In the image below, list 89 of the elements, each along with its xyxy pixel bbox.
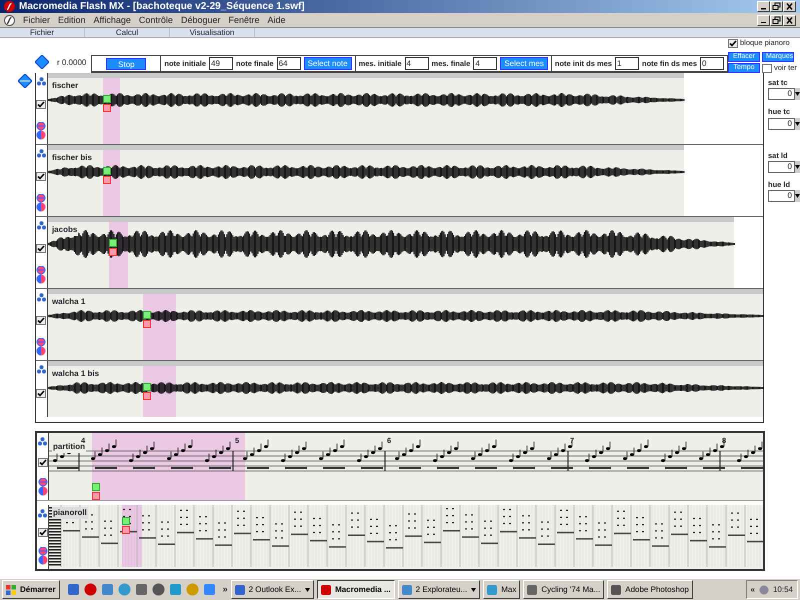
diamond-icon[interactable] (35, 55, 49, 69)
flash-icon[interactable] (4, 14, 15, 26)
diamond-icon[interactable] (18, 74, 32, 88)
group-icon[interactable] (36, 221, 46, 230)
taskbar-button[interactable]: Max (483, 580, 520, 599)
app-icon (402, 584, 412, 594)
app-icon[interactable] (66, 583, 80, 596)
menu-item[interactable]: Aide (268, 13, 286, 27)
app-icon (527, 584, 538, 594)
marker-icon[interactable] (102, 104, 111, 112)
panel-tab[interactable]: Calcul (85, 28, 170, 37)
marker-icon[interactable] (122, 517, 130, 525)
app-icon[interactable] (152, 583, 165, 596)
group-icon[interactable] (38, 509, 47, 518)
spinner-field[interactable]: 0 (768, 190, 795, 202)
app-icon (611, 584, 622, 594)
marker-icon[interactable] (92, 492, 100, 500)
menu-item[interactable]: Contrôle (138, 13, 173, 27)
caret-icon[interactable] (471, 588, 476, 592)
checkbox[interactable] (762, 64, 772, 72)
marker-icon[interactable] (122, 526, 130, 534)
checkbox[interactable] (36, 316, 46, 324)
minimize-icon (761, 22, 766, 24)
track-name: jacobs (50, 224, 78, 236)
restore-button[interactable] (770, 1, 783, 12)
tray-toggle[interactable]: « (750, 584, 755, 596)
panel-tab[interactable]: Visualisation (170, 28, 255, 37)
dropdown-arrow-icon[interactable] (795, 164, 800, 169)
group-icon[interactable] (36, 293, 46, 302)
windows-logo-icon (6, 584, 16, 594)
app-icon (234, 584, 245, 594)
menu-item[interactable]: Fenêtre (228, 13, 260, 27)
taskbar-button[interactable]: Adobe Photoshop (607, 580, 693, 599)
flash-icon (4, 1, 15, 12)
input-field[interactable]: 0 (700, 57, 724, 70)
dropdown-arrow-icon[interactable] (795, 122, 800, 126)
group-icon[interactable] (36, 365, 46, 374)
dropdown-arrow-icon[interactable] (795, 194, 800, 198)
dropdown-arrow-icon[interactable] (795, 92, 800, 96)
minimize-button[interactable] (757, 1, 770, 12)
checkbox[interactable] (38, 458, 48, 466)
minimize-icon (761, 8, 766, 10)
more-button[interactable]: » (222, 582, 228, 596)
checkbox[interactable] (36, 244, 46, 252)
close-icon (785, 2, 794, 12)
input-field[interactable]: 4 (473, 57, 498, 70)
checkbox[interactable] (38, 528, 48, 537)
checkbox[interactable] (728, 38, 738, 48)
group-icon[interactable] (36, 149, 46, 158)
spinner-field[interactable]: 0 (768, 160, 795, 173)
input-field[interactable]: 4 (404, 57, 429, 70)
start-button[interactable]: Démarrer (2, 580, 60, 599)
taskbar-button[interactable]: Macromedia ... (317, 580, 395, 599)
clock: 10:54 (772, 584, 793, 596)
input-field[interactable]: 64 (276, 57, 301, 70)
menu-item[interactable]: Edition (58, 13, 86, 27)
spinner-field[interactable]: 0 (768, 88, 795, 100)
close-button[interactable] (783, 1, 796, 12)
marker-icon[interactable] (142, 392, 151, 400)
panel-tab[interactable]: Fichier (0, 28, 85, 37)
checkbox[interactable] (36, 172, 46, 180)
marker-icon[interactable] (92, 483, 100, 491)
input-field[interactable]: 49 (209, 57, 234, 70)
checkbox[interactable] (36, 389, 46, 398)
restore-button[interactable] (770, 14, 783, 26)
group-icon[interactable] (36, 77, 46, 86)
close-button[interactable] (783, 14, 796, 26)
taskbar-button[interactable]: 2 Outlook Ex... (230, 580, 314, 599)
menu-item[interactable]: Fichier (23, 13, 50, 27)
taskbar-button[interactable]: 2 Explorateu... (398, 580, 480, 599)
checkbox[interactable] (36, 100, 46, 108)
caret-icon[interactable] (305, 588, 310, 592)
taskbar-button[interactable]: Cycling '74 Ma... (523, 580, 604, 599)
close-icon (785, 16, 794, 25)
position-readout: r 0.0000 (57, 57, 86, 69)
app-icon[interactable] (134, 583, 148, 596)
marker-icon[interactable] (142, 320, 151, 328)
app-icon (321, 584, 332, 594)
minimize-button[interactable] (757, 14, 770, 26)
menu-item[interactable]: Affichage (94, 13, 131, 27)
window-title: Macromedia Flash MX - [bachoteque v2-29_Séquence 1.swf] (19, 0, 305, 13)
app-icon (487, 584, 498, 594)
marker-icon[interactable] (102, 176, 111, 184)
input-field[interactable]: 1 (614, 57, 639, 70)
menu-item[interactable]: Déboguer (180, 13, 220, 27)
group-icon[interactable] (38, 437, 47, 446)
app-icon[interactable] (84, 583, 97, 596)
spinner-field[interactable]: 0 (768, 118, 795, 130)
track-name: pianoroll (52, 507, 88, 519)
